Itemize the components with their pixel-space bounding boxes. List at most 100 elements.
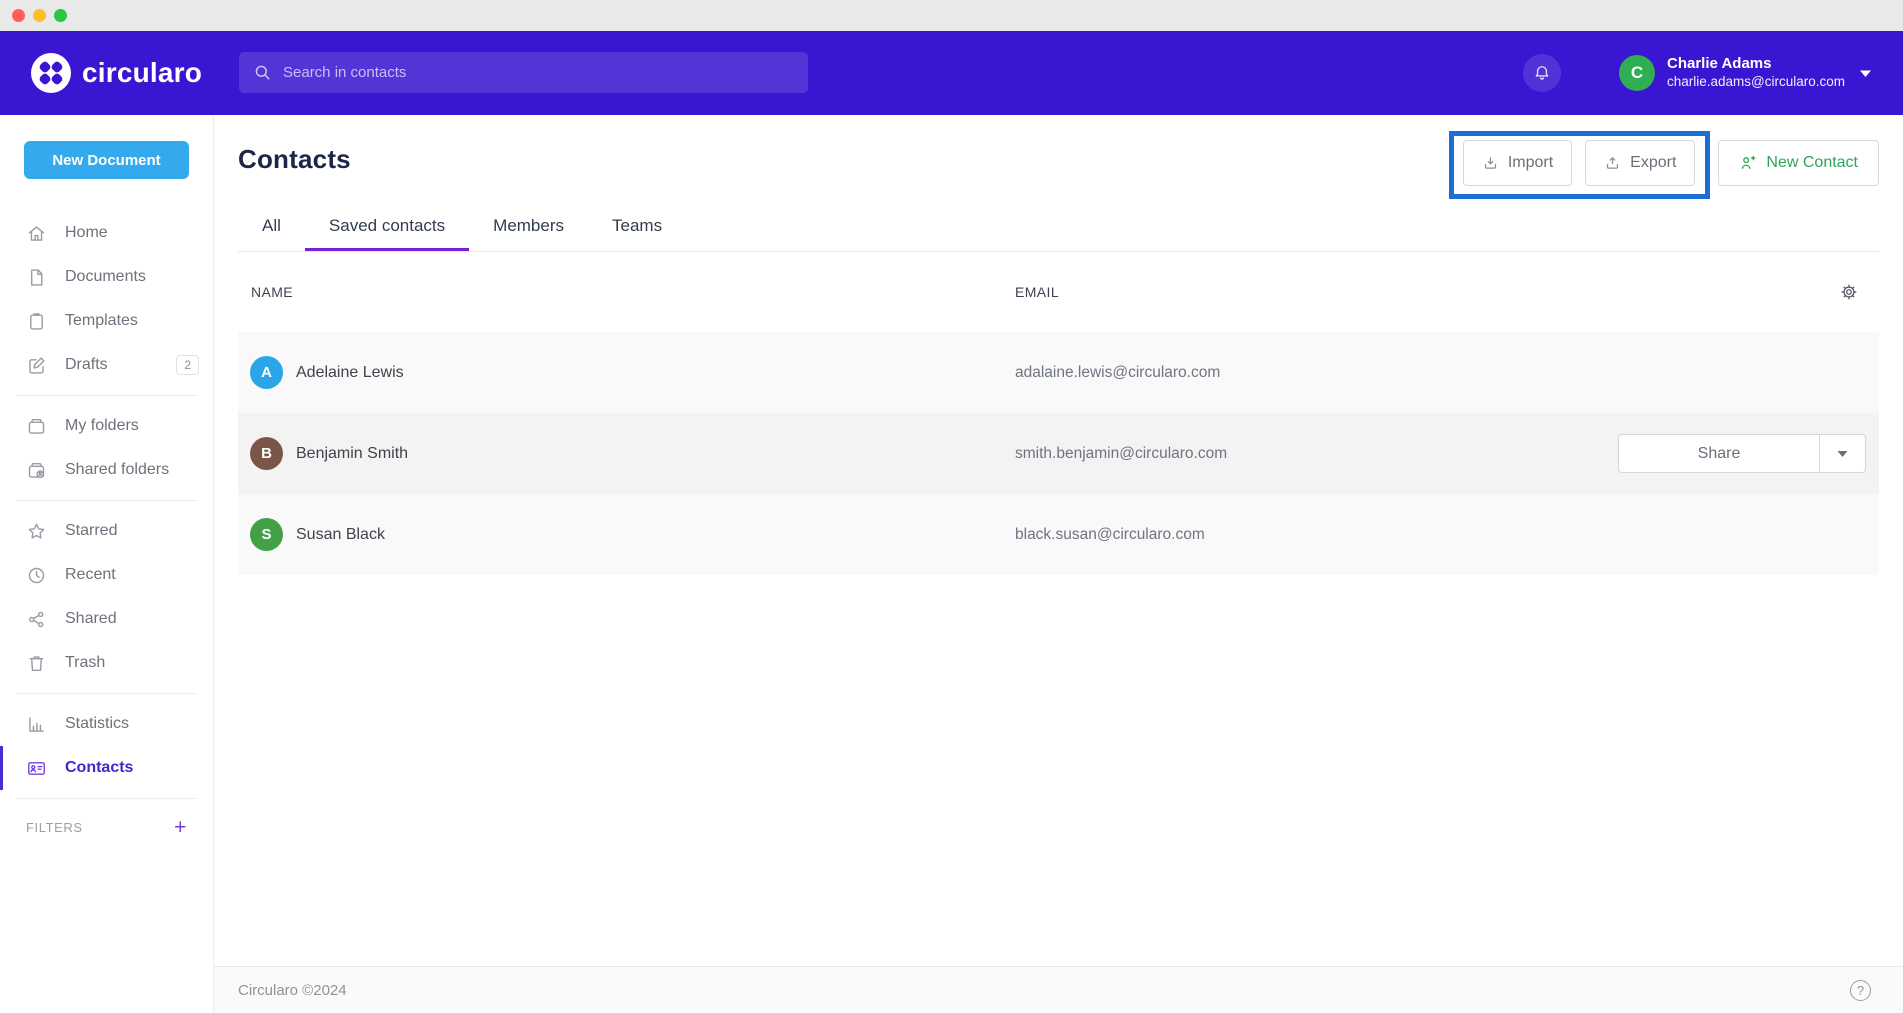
header-right: C Charlie Adams charlie.adams@circularo.… bbox=[1523, 31, 1872, 115]
search-input[interactable] bbox=[283, 64, 794, 81]
sidebar-item-my-folders[interactable]: My folders bbox=[0, 404, 213, 448]
app-header: circularo C Charlie Adams charlie.adams@… bbox=[0, 31, 1903, 115]
sidebar-item-label: Shared bbox=[65, 610, 117, 628]
sidebar-item-label: Starred bbox=[65, 522, 117, 540]
new-contact-button[interactable]: New Contact bbox=[1718, 140, 1879, 186]
help-icon[interactable]: ? bbox=[1850, 980, 1871, 1001]
page-title: Contacts bbox=[238, 144, 351, 175]
import-button[interactable]: Import bbox=[1463, 140, 1572, 186]
sidebar-item-label: Recent bbox=[65, 566, 116, 584]
drafts-count-badge: 2 bbox=[176, 355, 199, 375]
sidebar-item-shared-folders[interactable]: Shared folders bbox=[0, 448, 213, 492]
contact-avatar: B bbox=[250, 437, 283, 470]
sidebar-item-trash[interactable]: Trash bbox=[0, 641, 213, 685]
sidebar-item-shared[interactable]: Shared bbox=[0, 597, 213, 641]
main-content: Contacts Import bbox=[214, 115, 1903, 1013]
share-button[interactable]: Share bbox=[1619, 435, 1819, 472]
circularo-logo-icon bbox=[31, 53, 71, 93]
sidebar-item-label: Statistics bbox=[65, 715, 129, 733]
footer: Circularo ©2024 ? bbox=[214, 966, 1903, 1013]
star-icon bbox=[26, 521, 47, 542]
search-box[interactable] bbox=[239, 52, 808, 93]
contact-email: black.susan@circularo.com bbox=[1015, 526, 1205, 544]
table-settings-gear-icon[interactable] bbox=[1840, 283, 1858, 301]
tab-members[interactable]: Members bbox=[469, 204, 588, 251]
contact-avatar: A bbox=[250, 356, 283, 389]
window-title-bar bbox=[0, 0, 1903, 31]
user-info: Charlie Adams charlie.adams@circularo.co… bbox=[1667, 55, 1845, 91]
header-actions: Import Export bbox=[1449, 131, 1879, 199]
share-icon bbox=[26, 609, 47, 630]
tab-saved-contacts[interactable]: Saved contacts bbox=[305, 204, 469, 251]
zoom-window-button[interactable] bbox=[54, 9, 67, 22]
tab-all[interactable]: All bbox=[238, 204, 305, 251]
filters-section: FILTERS + bbox=[0, 807, 213, 847]
notifications-button[interactable] bbox=[1523, 54, 1561, 92]
contacts-icon bbox=[26, 758, 47, 779]
sidebar-item-label: Documents bbox=[65, 268, 146, 286]
search-icon bbox=[253, 63, 272, 82]
sidebar-item-label: Contacts bbox=[65, 759, 133, 777]
share-dropdown-caret[interactable] bbox=[1819, 435, 1865, 472]
add-filter-button[interactable]: + bbox=[174, 817, 187, 838]
draft-icon bbox=[26, 355, 47, 376]
home-icon bbox=[26, 223, 47, 244]
column-header-name: NAME bbox=[238, 284, 293, 300]
contact-name: Adelaine Lewis bbox=[296, 364, 404, 382]
sidebar-divider bbox=[16, 798, 197, 799]
table-row[interactable]: A Adelaine Lewis adalaine.lewis@circular… bbox=[238, 332, 1879, 413]
bell-icon bbox=[1532, 63, 1552, 83]
export-icon bbox=[1604, 155, 1621, 172]
sidebar-item-templates[interactable]: Templates bbox=[0, 299, 213, 343]
document-icon bbox=[26, 267, 47, 288]
user-email: charlie.adams@circularo.com bbox=[1667, 74, 1845, 91]
sidebar-item-label: My folders bbox=[65, 417, 139, 435]
filters-label: FILTERS bbox=[26, 820, 83, 835]
sidebar-item-label: Shared folders bbox=[65, 461, 169, 479]
column-header-email: EMAIL bbox=[1015, 284, 1059, 300]
import-label: Import bbox=[1508, 154, 1553, 172]
user-avatar[interactable]: C bbox=[1619, 55, 1655, 91]
new-contact-label: New Contact bbox=[1766, 154, 1858, 172]
sidebar-divider bbox=[16, 395, 197, 396]
folder-icon bbox=[26, 416, 47, 437]
content-spacer bbox=[214, 575, 1903, 966]
sidebar-item-contacts[interactable]: Contacts bbox=[0, 746, 213, 790]
contacts-table: A Adelaine Lewis adalaine.lewis@circular… bbox=[238, 332, 1879, 575]
brand-logo[interactable]: circularo bbox=[31, 53, 202, 93]
shared-folder-icon bbox=[26, 460, 47, 481]
sidebar-item-home[interactable]: Home bbox=[0, 211, 213, 255]
sidebar-item-starred[interactable]: Starred bbox=[0, 509, 213, 553]
sidebar-divider bbox=[16, 693, 197, 694]
contact-avatar: S bbox=[250, 518, 283, 551]
sidebar-item-drafts[interactable]: Drafts 2 bbox=[0, 343, 213, 387]
clock-icon bbox=[26, 565, 47, 586]
person-plus-icon bbox=[1739, 154, 1757, 172]
sidebar-item-statistics[interactable]: Statistics bbox=[0, 702, 213, 746]
table-row[interactable]: S Susan Black black.susan@circularo.com bbox=[238, 494, 1879, 575]
export-button[interactable]: Export bbox=[1585, 140, 1695, 186]
table-header: NAME EMAIL bbox=[238, 252, 1879, 332]
trash-icon bbox=[26, 653, 47, 674]
contact-email: adalaine.lewis@circularo.com bbox=[1015, 364, 1220, 382]
annotation-highlight-box: Import Export bbox=[1449, 131, 1711, 199]
sidebar-divider bbox=[16, 500, 197, 501]
sidebar-item-label: Templates bbox=[65, 312, 138, 330]
sidebar-item-label: Trash bbox=[65, 654, 105, 672]
user-menu-caret-icon[interactable] bbox=[1859, 69, 1872, 78]
sidebar-item-documents[interactable]: Documents bbox=[0, 255, 213, 299]
contact-name: Benjamin Smith bbox=[296, 445, 408, 463]
sidebar-item-recent[interactable]: Recent bbox=[0, 553, 213, 597]
table-row[interactable]: B Benjamin Smith smith.benjamin@circular… bbox=[238, 413, 1879, 494]
copyright-text: Circularo ©2024 bbox=[238, 982, 347, 999]
contact-email: smith.benjamin@circularo.com bbox=[1015, 445, 1227, 463]
tab-teams[interactable]: Teams bbox=[588, 204, 686, 251]
sidebar-item-label: Home bbox=[65, 224, 108, 242]
new-document-button[interactable]: New Document bbox=[24, 141, 189, 179]
import-icon bbox=[1482, 155, 1499, 172]
close-window-button[interactable] bbox=[12, 9, 25, 22]
minimize-window-button[interactable] bbox=[33, 9, 46, 22]
sidebar-item-label: Drafts bbox=[65, 356, 108, 374]
brand-name: circularo bbox=[82, 57, 202, 89]
template-icon bbox=[26, 311, 47, 332]
